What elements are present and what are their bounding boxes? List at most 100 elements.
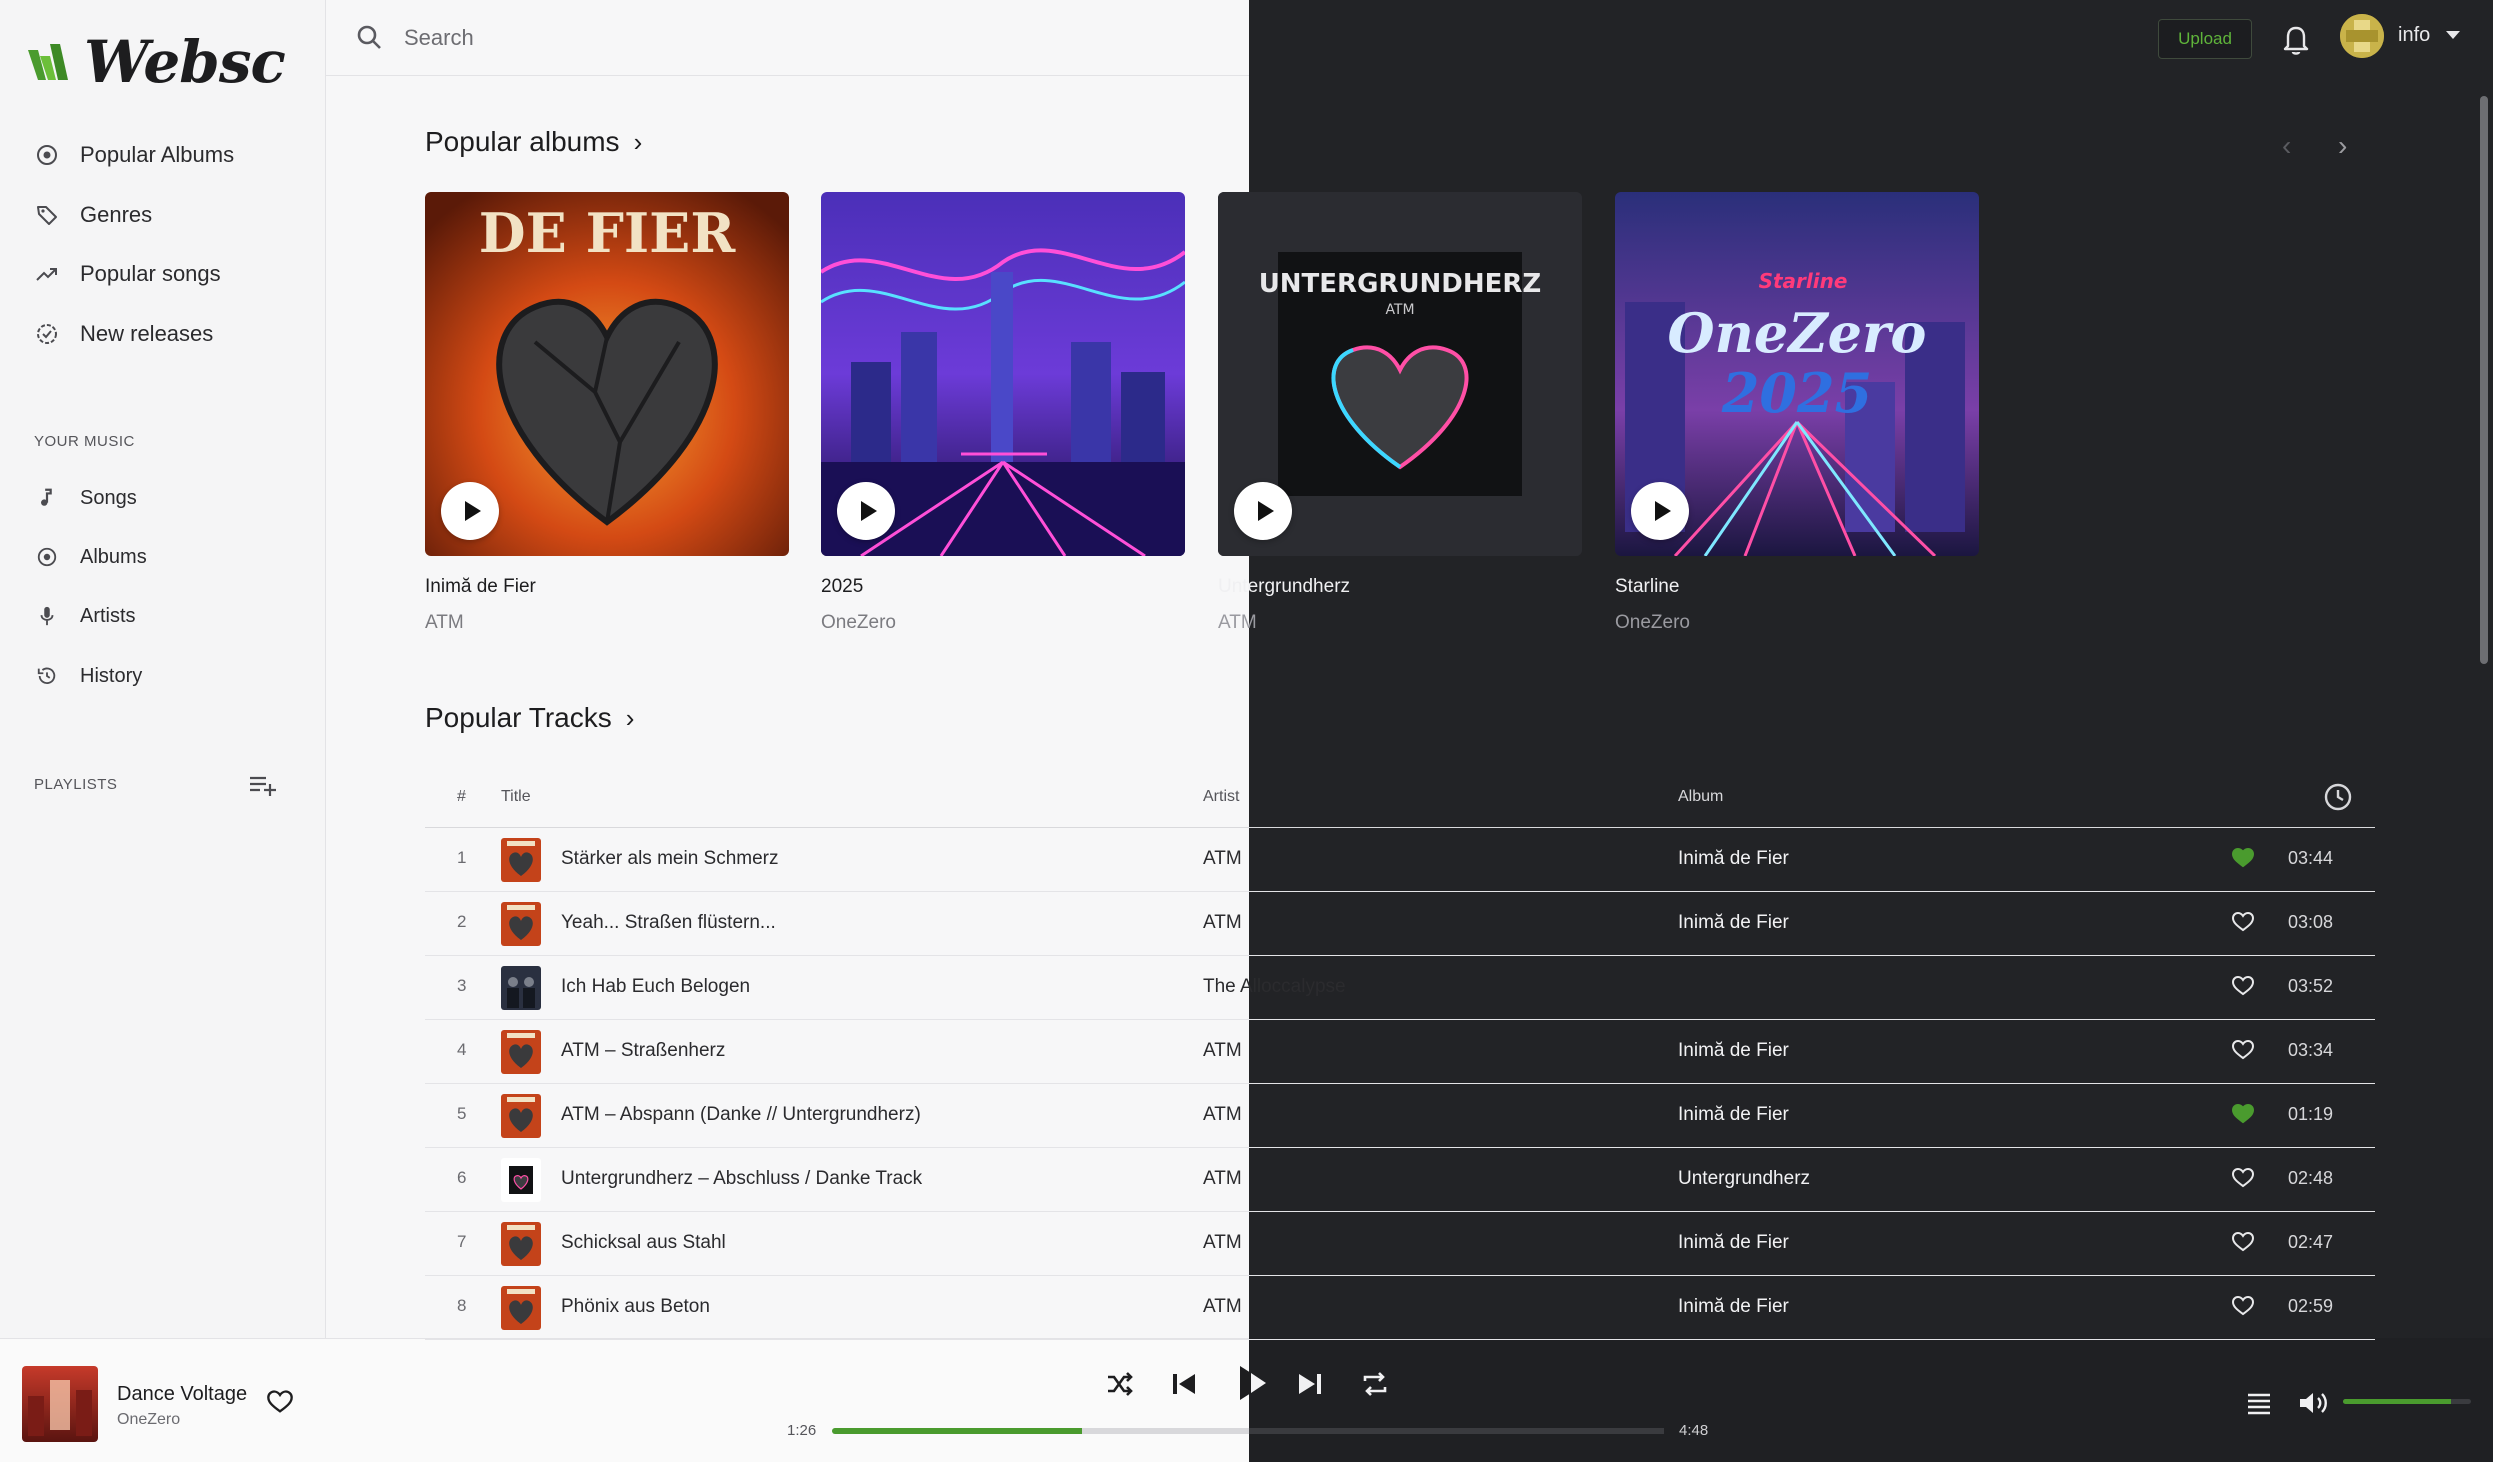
volume-icon[interactable]: [2297, 1388, 2331, 1418]
now-playing-cover[interactable]: [22, 1366, 98, 1442]
popular-albums-heading[interactable]: Popular albums ›: [425, 126, 642, 158]
track-album[interactable]: Inimă de Fier: [1678, 848, 1789, 870]
album-artist[interactable]: ATM: [1218, 612, 1582, 634]
like-heart-icon[interactable]: [2231, 1294, 2255, 1318]
scrollbar[interactable]: [2480, 80, 2488, 1338]
album-name[interactable]: Untergrundherz: [1218, 576, 1582, 598]
track-album[interactable]: Untergrundherz: [1678, 1168, 1810, 1190]
track-album[interactable]: Inimă de Fier: [1678, 912, 1789, 934]
play-button[interactable]: [1234, 482, 1292, 540]
sidebar-item-popular-albums[interactable]: Popular Albums: [34, 142, 234, 168]
table-row[interactable]: 6 Untergrundherz – Abschluss / Danke Trac…: [425, 1148, 2375, 1212]
album-card[interactable]: UNTERGRUNDHERZ ATM Untergrundherz ATM: [1218, 192, 1582, 634]
user-menu-name[interactable]: info: [2398, 24, 2430, 47]
album-name[interactable]: Starline: [1615, 576, 1979, 598]
track-album[interactable]: Inimă de Fier: [1678, 1040, 1789, 1062]
track-album[interactable]: Inimă de Fier: [1678, 1296, 1789, 1318]
track-thumbnail[interactable]: [501, 1158, 541, 1202]
shuffle-icon[interactable]: [1102, 1366, 1138, 1402]
track-artist[interactable]: ATM: [1203, 1104, 1242, 1126]
play-button[interactable]: [837, 482, 895, 540]
like-heart-icon[interactable]: [2231, 1166, 2255, 1190]
like-heart-icon[interactable]: [2231, 910, 2255, 934]
track-artist[interactable]: ATM: [1203, 912, 1242, 934]
album-artist[interactable]: ATM: [425, 612, 789, 634]
carousel-prev-icon[interactable]: ‹: [2282, 130, 2291, 162]
sidebar-item-new-releases[interactable]: New releases: [34, 321, 213, 347]
play-pause-button[interactable]: [1226, 1358, 1276, 1408]
scrollbar-thumb[interactable]: [2480, 96, 2488, 664]
sidebar-item-genres[interactable]: Genres: [34, 202, 152, 228]
album-cover[interactable]: UNTERGRUNDHERZ ATM: [1218, 192, 1582, 556]
upload-button[interactable]: Upload: [2158, 19, 2252, 59]
table-row[interactable]: 4 ATM – Straßenherz ATM Inimă de Fier 03:34: [425, 1020, 2375, 1084]
now-playing-artist[interactable]: OneZero: [117, 1411, 180, 1429]
like-heart-icon[interactable]: [2231, 1038, 2255, 1062]
add-playlist-icon[interactable]: [248, 774, 278, 798]
sidebar-item-artists[interactable]: Artists: [34, 603, 136, 629]
like-heart-icon[interactable]: [2231, 974, 2255, 998]
track-title[interactable]: Stärker als mein Schmerz: [561, 848, 779, 870]
column-header-title[interactable]: Title: [501, 788, 531, 806]
track-title[interactable]: Untergrundherz – Abschluss / Danke Track: [561, 1168, 922, 1190]
track-artist[interactable]: ATM: [1203, 1168, 1242, 1190]
play-button[interactable]: [1631, 482, 1689, 540]
album-card[interactable]: DE FIER Inimă de Fier ATM: [425, 192, 789, 634]
notifications-bell-icon[interactable]: [2280, 22, 2312, 56]
sidebar-item-songs[interactable]: Songs: [34, 485, 137, 511]
track-thumbnail[interactable]: [501, 966, 541, 1010]
track-album[interactable]: Inimă de Fier: [1678, 1104, 1789, 1126]
track-title[interactable]: Ich Hab Euch Belogen: [561, 976, 750, 998]
previous-track-icon[interactable]: [1166, 1366, 1202, 1402]
popular-tracks-heading[interactable]: Popular Tracks ›: [425, 702, 634, 734]
track-artist[interactable]: ATM: [1203, 1232, 1242, 1254]
track-thumbnail[interactable]: [501, 1222, 541, 1266]
table-row[interactable]: 1 Stärker als mein Schmerz ATM Inimă de Fie…: [425, 828, 2375, 892]
search-input[interactable]: [404, 25, 1204, 51]
queue-icon[interactable]: [2244, 1388, 2274, 1418]
track-title[interactable]: Schicksal aus Stahl: [561, 1232, 726, 1254]
chevron-down-icon[interactable]: [2446, 31, 2460, 39]
column-header-artist[interactable]: Artist: [1203, 788, 1239, 806]
table-row[interactable]: 3 Ich Hab Euch Belogen The Alloccalypse 03:…: [425, 956, 2375, 1020]
table-row[interactable]: 8 Phönix aus Beton ATM Inimă de Fier 02:59: [425, 1276, 2375, 1340]
track-thumbnail[interactable]: [501, 1030, 541, 1074]
sidebar-item-albums[interactable]: Albums: [34, 544, 147, 570]
track-album[interactable]: Inimă de Fier: [1678, 1232, 1789, 1254]
like-heart-icon[interactable]: [2231, 1102, 2255, 1126]
track-thumbnail[interactable]: [501, 902, 541, 946]
table-row[interactable]: 5 ATM – Abspann (Danke // Untergrundherz)…: [425, 1084, 2375, 1148]
album-artist[interactable]: OneZero: [1615, 612, 1979, 634]
track-artist[interactable]: ATM: [1203, 1296, 1242, 1318]
volume-slider[interactable]: [2343, 1399, 2471, 1404]
sidebar-item-popular-songs[interactable]: Popular songs: [34, 261, 221, 287]
track-title[interactable]: Yeah... Straßen flüstern...: [561, 912, 776, 934]
like-heart-icon[interactable]: [2231, 846, 2255, 870]
album-card[interactable]: Starline OneZero 2025 Starline OneZero: [1615, 192, 1979, 634]
table-row[interactable]: 2 Yeah... Straßen flüstern... ATM Inimă de …: [425, 892, 2375, 956]
avatar[interactable]: [2340, 14, 2384, 58]
track-thumbnail[interactable]: [501, 838, 541, 882]
album-artist[interactable]: OneZero: [821, 612, 1185, 634]
carousel-next-icon[interactable]: ›: [2338, 130, 2347, 162]
album-name[interactable]: Inimă de Fier: [425, 576, 789, 598]
album-name[interactable]: 2025: [821, 576, 1185, 598]
track-artist[interactable]: The Alloccalypse: [1203, 976, 1346, 998]
track-thumbnail[interactable]: [501, 1094, 541, 1138]
track-title[interactable]: ATM – Abspann (Danke // Untergrundherz): [561, 1104, 921, 1126]
next-track-icon[interactable]: [1292, 1366, 1328, 1402]
album-card[interactable]: 2025 OneZero: [821, 192, 1185, 634]
track-title[interactable]: ATM – Straßenherz: [561, 1040, 725, 1062]
repeat-icon[interactable]: [1357, 1366, 1393, 1402]
now-playing-title[interactable]: Dance Voltage: [117, 1383, 247, 1406]
logo[interactable]: Websc: [26, 28, 286, 96]
sidebar-item-history[interactable]: History: [34, 663, 142, 689]
track-thumbnail[interactable]: [501, 1286, 541, 1330]
track-artist[interactable]: ATM: [1203, 848, 1242, 870]
like-heart-icon[interactable]: [2231, 1230, 2255, 1254]
search-bar[interactable]: [352, 20, 1204, 56]
album-cover[interactable]: DE FIER: [425, 192, 789, 556]
play-button[interactable]: [441, 482, 499, 540]
column-header-album[interactable]: Album: [1678, 788, 1723, 806]
track-artist[interactable]: ATM: [1203, 1040, 1242, 1062]
